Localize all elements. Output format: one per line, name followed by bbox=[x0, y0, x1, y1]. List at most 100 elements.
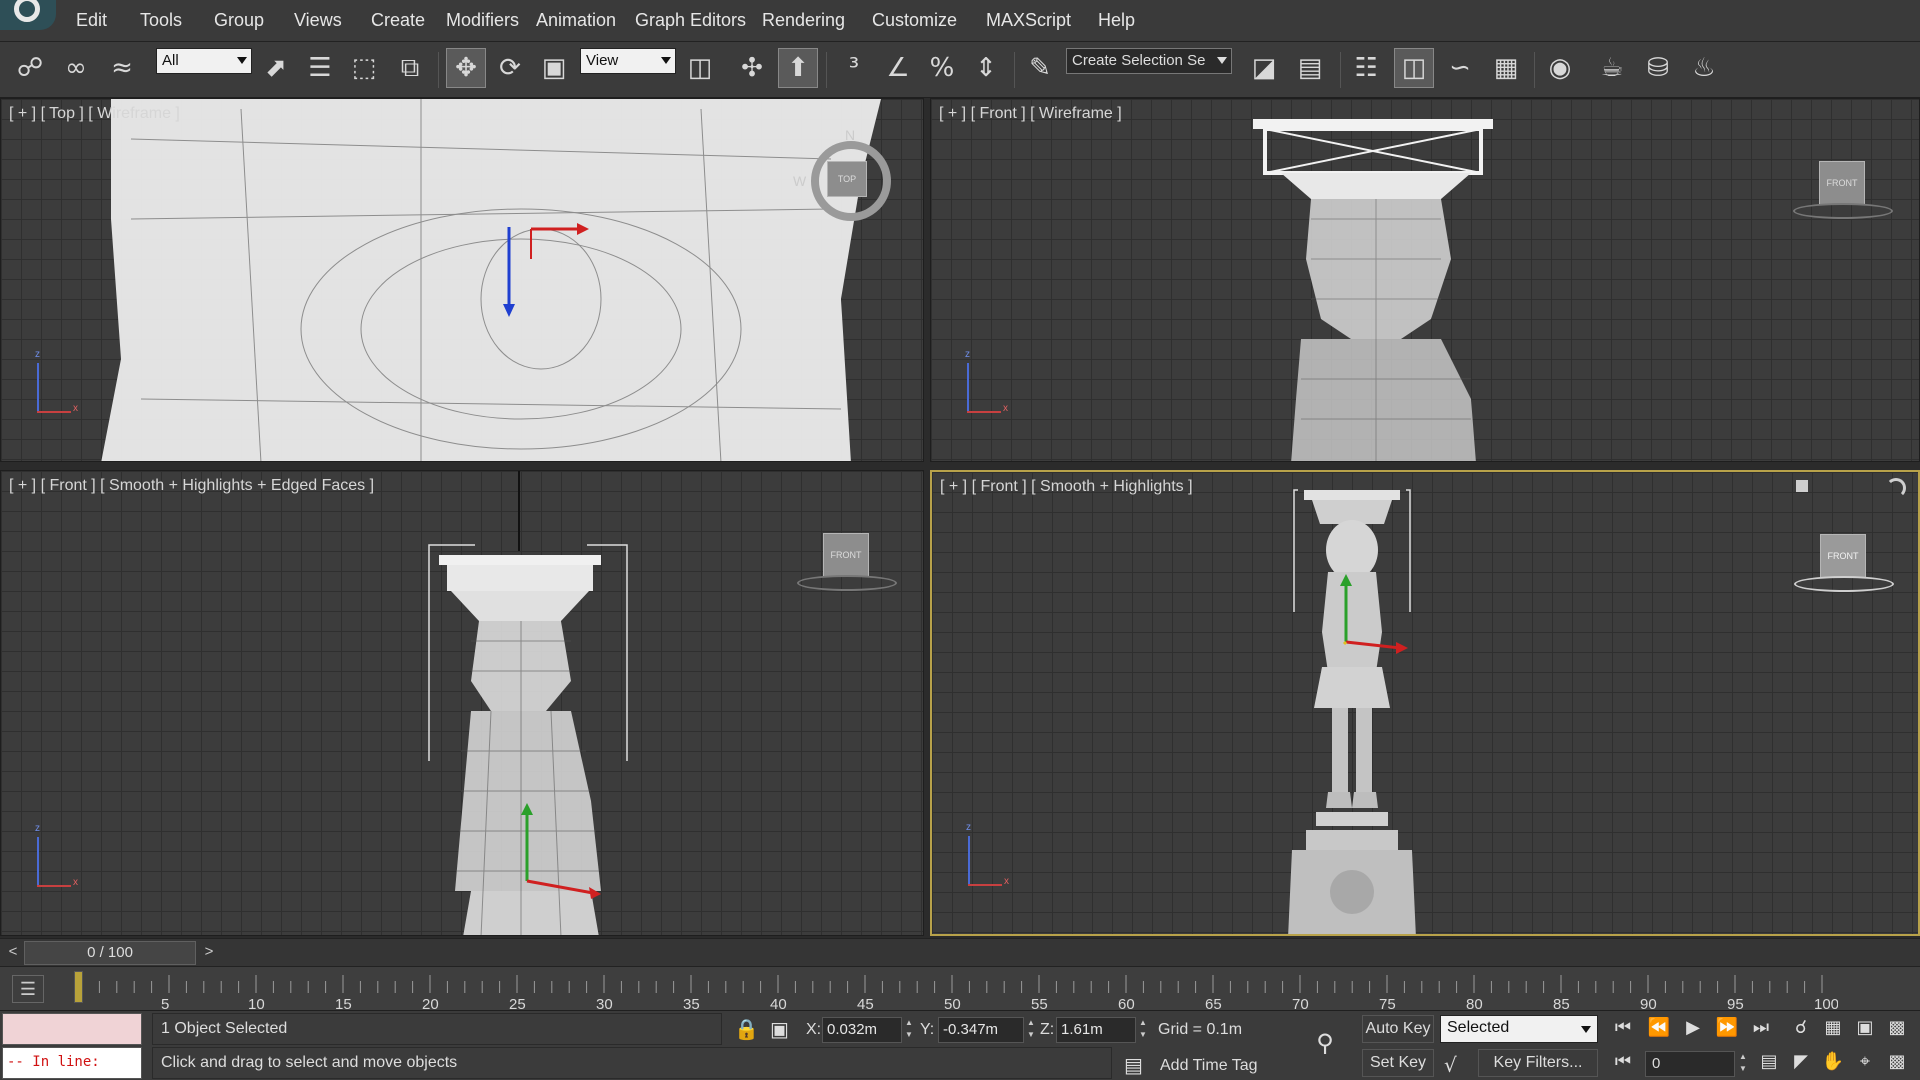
lock-icon[interactable]: 🔒 bbox=[734, 1017, 759, 1041]
layer-manager-icon[interactable]: ☷ bbox=[1346, 48, 1386, 88]
app-logo[interactable] bbox=[0, 0, 56, 30]
edit-named-selection-icon[interactable]: ✎ bbox=[1020, 48, 1060, 88]
z-coordinate-field[interactable]: 1.61m bbox=[1056, 1017, 1136, 1043]
next-frame-icon[interactable]: ⏩ bbox=[1712, 1015, 1742, 1043]
field-of-view-icon[interactable]: ◤ bbox=[1786, 1049, 1816, 1077]
selection-filter-dropdown[interactable]: All bbox=[156, 48, 252, 74]
key-filters-button[interactable]: Key Filters... bbox=[1478, 1049, 1598, 1077]
menu-edit[interactable]: Edit bbox=[76, 10, 107, 31]
go-to-end-icon[interactable]: ⏭ bbox=[1746, 1015, 1776, 1043]
zoom-extents-all-icon[interactable]: ▩ bbox=[1882, 1015, 1912, 1043]
viewport-label[interactable]: [ + ] [ Front ] [ Smooth + Highlights + … bbox=[9, 477, 374, 495]
viewport-front-edged-faces[interactable]: FRONT z x [ + ] [ Front ] [ Smooth + Hig… bbox=[0, 470, 924, 936]
z-spinner[interactable]: ▲ ▼ bbox=[1138, 1017, 1148, 1043]
add-time-tag-button[interactable]: Add Time Tag bbox=[1160, 1057, 1258, 1075]
render-production-icon[interactable]: ♨ bbox=[1684, 48, 1724, 88]
spinner-snap-icon[interactable]: ⇕ bbox=[966, 48, 1006, 88]
rendered-frame-window-icon[interactable]: ⛁ bbox=[1638, 48, 1678, 88]
time-prev-button[interactable]: < bbox=[2, 943, 24, 963]
viewport-label[interactable]: [ + ] [ Front ] [ Smooth + Highlights ] bbox=[940, 478, 1193, 496]
align-icon[interactable]: ▤ bbox=[1290, 48, 1330, 88]
scene-explorer-icon[interactable]: ◫ bbox=[1394, 48, 1434, 88]
viewport-label[interactable]: [ + ] [ Front ] [ Wireframe ] bbox=[939, 105, 1122, 123]
y-coordinate-field[interactable]: -0.347m bbox=[938, 1017, 1024, 1043]
rotate-view-icon[interactable] bbox=[1886, 478, 1906, 498]
viewcube[interactable]: TOP bbox=[827, 161, 867, 197]
keyboard-shortcut-override-icon[interactable]: ⬆ bbox=[778, 48, 818, 88]
go-to-start-icon[interactable]: ⏮ bbox=[1608, 1015, 1638, 1043]
home-icon[interactable] bbox=[1796, 480, 1808, 492]
time-configuration-icon[interactable]: ▤ bbox=[1754, 1049, 1784, 1077]
zoom-icon[interactable]: ☌ bbox=[1786, 1015, 1816, 1043]
key-icon[interactable]: ⚲ bbox=[1300, 1029, 1350, 1063]
maxscript-mini-listener[interactable] bbox=[2, 1013, 142, 1045]
select-and-scale-icon[interactable]: ▣ bbox=[534, 48, 574, 88]
viewcube[interactable]: FRONT bbox=[823, 533, 869, 577]
previous-frame-icon[interactable]: ⏪ bbox=[1644, 1015, 1674, 1043]
absolute-mode-icon[interactable]: ▣ bbox=[770, 1017, 789, 1041]
x-coordinate-field[interactable]: 0.032m bbox=[822, 1017, 902, 1043]
x-spinner[interactable]: ▲ ▼ bbox=[904, 1017, 914, 1043]
named-selection-dropdown[interactable]: Create Selection Se bbox=[1066, 48, 1232, 74]
menu-modifiers[interactable]: Modifiers bbox=[446, 10, 519, 31]
viewport-top[interactable]: TOP N W z x [ + ] [ Top ] [ Wireframe ] bbox=[0, 98, 924, 462]
viewport-front-wireframe[interactable]: FRONT z x [ + ] [ Front ] [ Wireframe ] bbox=[930, 98, 1920, 462]
menu-help[interactable]: Help bbox=[1098, 10, 1135, 31]
menu-graph-editors[interactable]: Graph Editors bbox=[635, 10, 746, 31]
unlink-selection-icon[interactable]: ∞ bbox=[56, 48, 96, 88]
viewcube[interactable]: FRONT bbox=[1819, 161, 1865, 205]
viewcube-ring[interactable] bbox=[797, 575, 897, 591]
render-setup-icon[interactable]: ☕ bbox=[1592, 48, 1632, 88]
mirror-icon[interactable]: ◪ bbox=[1244, 48, 1284, 88]
time-tag-icon[interactable]: ▤ bbox=[1124, 1053, 1143, 1077]
time-next-button[interactable]: > bbox=[198, 943, 220, 963]
zoom-all-icon[interactable]: ▦ bbox=[1818, 1015, 1848, 1043]
orbit-icon[interactable]: ⌖ bbox=[1850, 1049, 1880, 1077]
listener-output[interactable]: -- In line: bbox=[2, 1047, 142, 1079]
track-ruler[interactable]: 5 10 15 20 25 30 35 40 45 50 55 60 65 70 75 80 85 90 95 100 bbox=[78, 967, 1838, 1011]
set-key-button[interactable]: Set Key bbox=[1362, 1049, 1434, 1077]
use-pivot-center-icon[interactable]: ◫ bbox=[680, 48, 720, 88]
track-bar[interactable]: ☰ 5 10 15 20 25 30 35 40 45 50 55 60 65 70 75 80 85 90 95 1… bbox=[0, 966, 1920, 1011]
angle-snap-icon[interactable]: ∠ bbox=[878, 48, 918, 88]
viewcube-ring[interactable] bbox=[1794, 576, 1894, 592]
select-and-link-icon[interactable]: ☍ bbox=[10, 48, 50, 88]
menu-maxscript[interactable]: MAXScript bbox=[986, 10, 1071, 31]
viewport-front-smooth-highlights[interactable]: FRONT z x [ + ] [ Front ] [ Smooth + Hig… bbox=[930, 470, 1920, 936]
menu-group[interactable]: Group bbox=[214, 10, 264, 31]
select-and-rotate-icon[interactable]: ⟳ bbox=[490, 48, 530, 88]
play-icon[interactable]: ▶ bbox=[1678, 1015, 1708, 1043]
select-and-manipulate-icon[interactable]: ✣ bbox=[732, 48, 772, 88]
percent-snap-icon[interactable]: % bbox=[922, 48, 962, 88]
menu-create[interactable]: Create bbox=[371, 10, 425, 31]
select-object-icon[interactable]: ⬈ bbox=[256, 48, 296, 88]
menu-tools[interactable]: Tools bbox=[140, 10, 182, 31]
viewcube[interactable]: FRONT bbox=[1820, 534, 1866, 578]
key-mode-dropdown[interactable]: Selected bbox=[1440, 1015, 1598, 1043]
reference-coordinate-dropdown[interactable]: View bbox=[580, 48, 676, 74]
menu-views[interactable]: Views bbox=[294, 10, 342, 31]
frame-spinner[interactable]: ▲ ▼ bbox=[1738, 1051, 1748, 1077]
current-frame-marker[interactable] bbox=[74, 971, 83, 1003]
y-spinner[interactable]: ▲ ▼ bbox=[1026, 1017, 1036, 1043]
rectangular-selection-icon[interactable]: ⬚ bbox=[344, 48, 384, 88]
select-by-name-icon[interactable]: ☰ bbox=[300, 48, 340, 88]
curve-editor-icon[interactable]: ∽ bbox=[1440, 48, 1480, 88]
menu-rendering[interactable]: Rendering bbox=[762, 10, 845, 31]
default-in-out-tangents-icon[interactable]: √ bbox=[1444, 1053, 1457, 1077]
time-slider[interactable]: < 0 / 100 > bbox=[0, 938, 1920, 966]
maximize-viewport-icon[interactable]: ▩ bbox=[1882, 1049, 1912, 1077]
window-crossing-icon[interactable]: ⧉ bbox=[390, 48, 430, 88]
zoom-extents-icon[interactable]: ▣ bbox=[1850, 1015, 1880, 1043]
schematic-view-icon[interactable]: ▦ bbox=[1486, 48, 1526, 88]
current-frame-field[interactable]: 0 bbox=[1645, 1051, 1735, 1077]
viewport-label[interactable]: [ + ] [ Top ] [ Wireframe ] bbox=[9, 105, 180, 123]
snaps-toggle-icon[interactable]: ³ bbox=[834, 48, 874, 88]
material-editor-icon[interactable]: ◉ bbox=[1540, 48, 1580, 88]
time-slider-handle[interactable]: 0 / 100 bbox=[24, 941, 196, 965]
menu-customize[interactable]: Customize bbox=[872, 10, 957, 31]
pan-view-icon[interactable]: ✋ bbox=[1818, 1049, 1848, 1077]
select-and-move-icon[interactable]: ✥ bbox=[446, 48, 486, 88]
key-mode-toggle-icon[interactable]: ⏮ bbox=[1608, 1049, 1638, 1077]
auto-key-button[interactable]: Auto Key bbox=[1362, 1015, 1434, 1043]
